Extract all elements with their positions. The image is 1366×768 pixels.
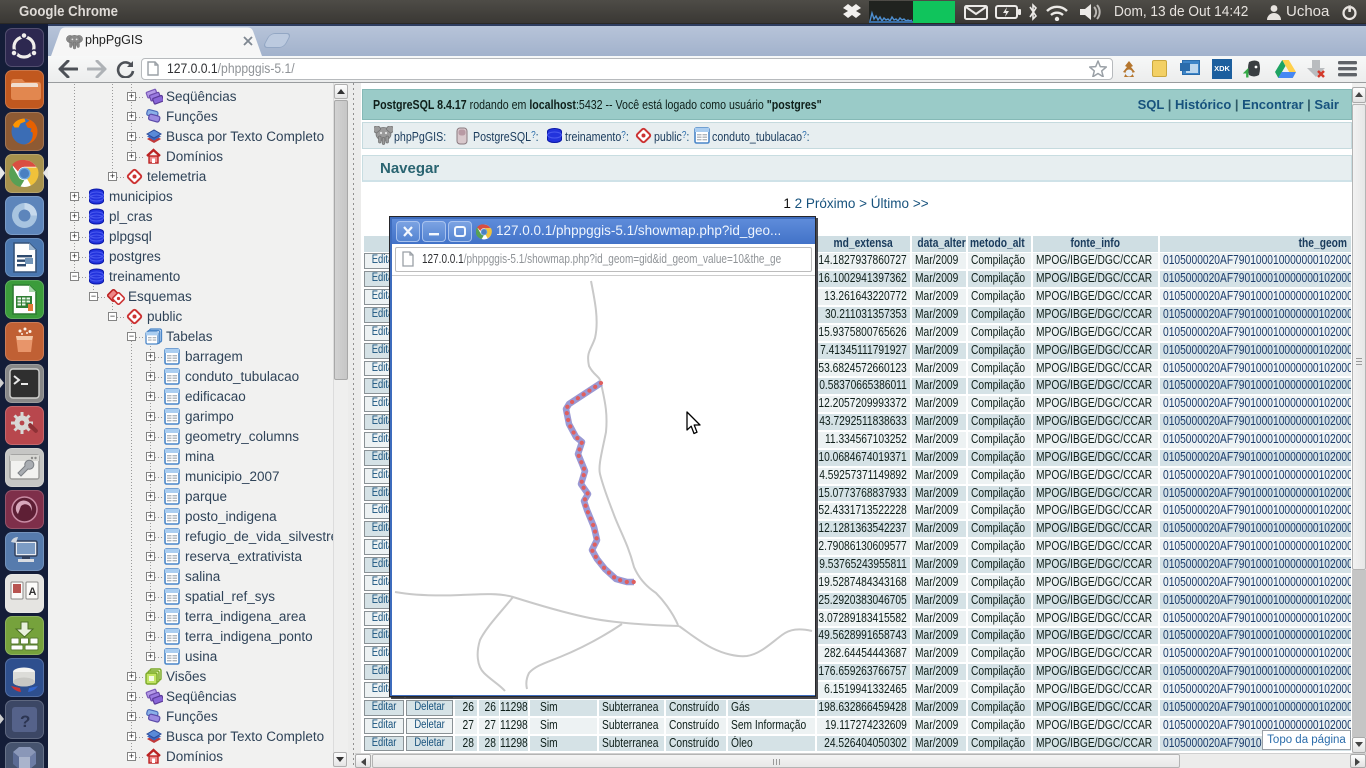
- svg-text:A: A: [29, 586, 37, 598]
- svg-text:?: ?: [20, 712, 30, 731]
